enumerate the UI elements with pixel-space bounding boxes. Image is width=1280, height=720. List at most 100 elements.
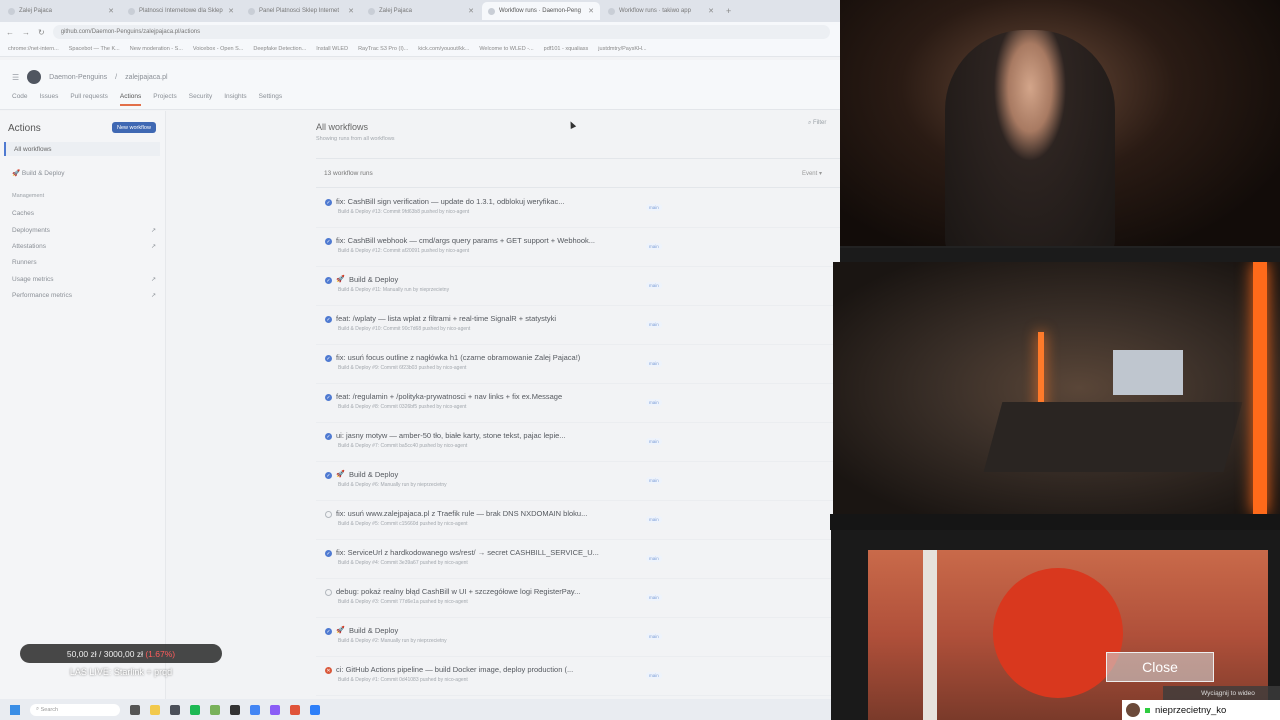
file-explorer-icon[interactable] bbox=[150, 704, 160, 715]
windows-start-icon[interactable] bbox=[10, 704, 20, 715]
workflow-run-row[interactable]: ✓ fix: CashBill sign verification — updat… bbox=[316, 189, 840, 228]
sidebar-item-usage-metrics[interactable]: Usage metrics ↗ bbox=[4, 272, 160, 286]
workflow-run-row[interactable]: ✓ feat: /regulamin + /polityka-prywatnosc… bbox=[316, 384, 840, 423]
branch-badge[interactable]: main bbox=[646, 321, 662, 328]
browser-tab[interactable]: Zalej Pajaca ✕ bbox=[362, 2, 480, 20]
tab-actions[interactable]: Actions bbox=[119, 93, 142, 106]
close-icon[interactable]: ✕ bbox=[228, 7, 234, 15]
branch-badge[interactable]: main bbox=[646, 399, 662, 406]
filter-input[interactable]: ⌕ Filter bbox=[808, 120, 826, 127]
branch-badge[interactable]: main bbox=[646, 243, 662, 250]
browser-tab-active[interactable]: Workflow runs · Daemon-Peng ✕ bbox=[482, 2, 600, 20]
run-title[interactable]: ui: jasny motyw — amber-50 tło, białe ka… bbox=[336, 431, 566, 440]
bookmark[interactable]: Welcome to WLED -... bbox=[479, 46, 533, 52]
bookmark[interactable]: chrome://net-intern... bbox=[8, 46, 59, 52]
workflow-run-row[interactable]: ✓ 🚀 Build & Deploy Build & Deploy #6: Manu… bbox=[316, 462, 840, 501]
run-title[interactable]: fix: usuń focus outline z nagłówka h1 (c… bbox=[336, 353, 580, 362]
run-title[interactable]: feat: /regulamin + /polityka-prywatnosci… bbox=[336, 392, 562, 401]
bookmark[interactable]: Deepfake Detection... bbox=[253, 46, 306, 52]
branch-badge[interactable]: main bbox=[646, 204, 662, 211]
browser-tab[interactable]: Platnosci Internetowe dla Sklep ✕ bbox=[122, 2, 240, 20]
bookmark[interactable]: New moderation - S... bbox=[130, 46, 183, 52]
workflow-run-row[interactable]: debug: pokaż realny błąd CashBill w UI +… bbox=[316, 579, 840, 618]
branch-badge[interactable]: main bbox=[646, 477, 662, 484]
workflow-run-row[interactable]: ✓ fix: ServiceUrl z hardkodowanego ws/res… bbox=[316, 540, 840, 579]
browser-tab[interactable]: Zalej Pajaca ✕ bbox=[2, 2, 120, 20]
back-icon[interactable]: ← bbox=[6, 28, 14, 37]
branch-badge[interactable]: main bbox=[646, 555, 662, 562]
sidebar-item-deployments[interactable]: Deployments ↗ bbox=[4, 223, 160, 237]
spotify-icon[interactable] bbox=[190, 704, 200, 715]
workflow-run-row[interactable]: ✓ 🚀 Build & Deploy Build & Deploy #2: Manu… bbox=[316, 618, 840, 657]
branch-badge[interactable]: main bbox=[646, 594, 662, 601]
run-title[interactable]: Build & Deploy bbox=[349, 275, 398, 284]
tab-issues[interactable]: Issues bbox=[40, 93, 59, 106]
workflow-run-row[interactable]: fix: usuń www.zalejpajaca.pl z Traefik r… bbox=[316, 501, 840, 540]
branch-badge[interactable]: main bbox=[646, 438, 662, 445]
tab-code[interactable]: Code bbox=[12, 93, 28, 106]
branch-badge[interactable]: main bbox=[646, 672, 662, 679]
branch-badge[interactable]: main bbox=[646, 360, 662, 367]
task-view-icon[interactable] bbox=[130, 704, 140, 715]
bookmark[interactable]: RayTrac S3 Pro (I)... bbox=[358, 46, 408, 52]
workflow-run-row[interactable]: ✓ fix: usuń focus outline z nagłówka h1 (… bbox=[316, 345, 840, 384]
workflow-run-row[interactable]: ✕ ci: GitHub Actions pipeline — build Doc… bbox=[316, 657, 840, 696]
close-button[interactable]: Close bbox=[1106, 652, 1214, 682]
vscode-icon[interactable] bbox=[310, 704, 320, 715]
sidebar-item-build-deploy[interactable]: 🚀 Build & Deploy bbox=[4, 166, 160, 180]
hamburger-menu-icon[interactable]: ☰ bbox=[12, 73, 19, 82]
workflow-run-row[interactable]: ✓ feat: /wplaty — lista wpłat z filtrami … bbox=[316, 306, 840, 345]
event-filter-dropdown[interactable]: Event ▾ bbox=[802, 170, 822, 177]
chrome-icon[interactable] bbox=[250, 704, 260, 715]
run-title[interactable]: fix: CashBill webhook — cmd/args query p… bbox=[336, 236, 595, 245]
sidebar-item-performance-metrics[interactable]: Performance metrics ↗ bbox=[4, 288, 160, 302]
run-title[interactable]: fix: CashBill sign verification — update… bbox=[336, 197, 564, 206]
taskbar-search[interactable]: ⌕ Search bbox=[30, 703, 120, 716]
run-title[interactable]: Build & Deploy bbox=[349, 626, 398, 635]
new-workflow-button[interactable]: New workflow bbox=[112, 122, 156, 133]
app-icon[interactable] bbox=[290, 704, 300, 715]
repo-owner[interactable]: Daemon-Penguins bbox=[49, 74, 107, 81]
github-logo-icon[interactable] bbox=[27, 70, 42, 84]
tab-security[interactable]: Security bbox=[189, 93, 212, 106]
bookmark[interactable]: Spacebot — The K... bbox=[69, 46, 120, 52]
sidebar-item-caches[interactable]: Caches bbox=[4, 206, 160, 220]
reload-icon[interactable]: ↻ bbox=[38, 28, 45, 37]
terminal-icon[interactable] bbox=[170, 704, 180, 715]
close-icon[interactable]: ✕ bbox=[348, 7, 354, 15]
run-title[interactable]: debug: pokaż realny błąd CashBill w UI +… bbox=[336, 587, 580, 596]
new-tab-icon[interactable]: + bbox=[726, 6, 731, 16]
obs-icon[interactable] bbox=[230, 704, 240, 715]
run-title[interactable]: feat: /wplaty — lista wpłat z filtrami +… bbox=[336, 314, 556, 323]
workflow-run-row[interactable]: ✓ ui: jasny motyw — amber-50 tło, białe k… bbox=[316, 423, 840, 462]
run-title[interactable]: Build & Deploy bbox=[349, 470, 398, 479]
close-icon[interactable]: ✕ bbox=[588, 7, 594, 15]
forward-icon[interactable]: → bbox=[22, 28, 30, 37]
bookmark[interactable]: Voicebox - Open S... bbox=[193, 46, 243, 52]
workflow-run-row[interactable]: ✓ fix: CashBill webhook — cmd/args query … bbox=[316, 228, 840, 267]
branch-badge[interactable]: main bbox=[646, 633, 662, 640]
picture-in-picture-button[interactable]: Wyciągnij to wideo bbox=[1163, 686, 1280, 700]
close-icon[interactable]: ✕ bbox=[468, 7, 474, 15]
app-icon[interactable] bbox=[210, 704, 220, 715]
sidebar-item-runners[interactable]: Runners bbox=[4, 255, 160, 269]
run-title[interactable]: fix: ServiceUrl z hardkodowanego ws/rest… bbox=[336, 548, 599, 557]
close-icon[interactable]: ✕ bbox=[708, 7, 714, 15]
run-title[interactable]: ci: GitHub Actions pipeline — build Dock… bbox=[336, 665, 573, 674]
sidebar-item-all-workflows[interactable]: All workflows bbox=[4, 142, 160, 156]
tab-settings[interactable]: Settings bbox=[259, 93, 283, 106]
bookmark[interactable]: justdmtry/PaysKH... bbox=[598, 46, 646, 52]
close-icon[interactable]: ✕ bbox=[108, 7, 114, 15]
repo-name[interactable]: zalejpajaca.pl bbox=[125, 74, 167, 81]
run-title[interactable]: fix: usuń www.zalejpajaca.pl z Traefik r… bbox=[336, 509, 587, 518]
browser-tab[interactable]: Workflow runs · takiwo app ✕ bbox=[602, 2, 720, 20]
app-icon[interactable] bbox=[270, 704, 280, 715]
bookmark[interactable]: pdf101 - xqualiass bbox=[544, 46, 589, 52]
sidebar-item-attestations[interactable]: Attestations ↗ bbox=[4, 239, 160, 253]
url-input[interactable]: github.com/Daemon-Penguins/zalejpajaca.p… bbox=[52, 25, 830, 39]
bookmark[interactable]: kick.com/youout/kk... bbox=[418, 46, 469, 52]
workflow-run-row[interactable]: ✓ 🚀 Build & Deploy Build & Deploy #11: Man… bbox=[316, 267, 840, 306]
tab-projects[interactable]: Projects bbox=[153, 93, 176, 106]
branch-badge[interactable]: main bbox=[646, 282, 662, 289]
tab-insights[interactable]: Insights bbox=[224, 93, 246, 106]
